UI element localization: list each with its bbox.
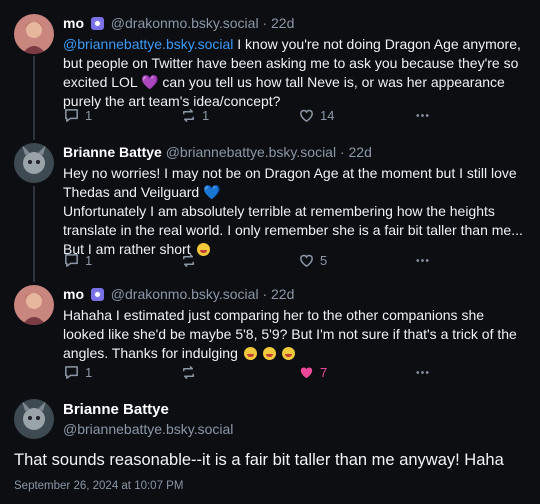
thread-line [33,186,35,282]
avatar-brianne[interactable] [14,399,54,439]
avatar-mo[interactable] [14,285,54,325]
post-actions: 1 7 [63,364,443,382]
like-button[interactable]: 7 [298,364,327,381]
post-timestamp: September 26, 2024 at 10:07 PM [14,480,184,492]
author-name[interactable]: mo [63,286,84,302]
blue-heart-emoji: 💙 [203,184,221,200]
verified-badge-icon [90,288,104,301]
ellipsis-icon [416,114,429,117]
more-options-button[interactable] [414,364,431,381]
like-button[interactable]: 5 [298,252,327,269]
smiling-emoji-icon [281,347,295,360]
author-handle[interactable]: @drakonmo.bsky.social [111,286,259,302]
post-2[interactable]: Brianne Battye @briannebattye.bsky.socia… [63,143,528,259]
post-actions: 1 1 14 [63,107,443,125]
purple-heart-emoji: 💜 [141,74,159,90]
post-header: Brianne Battye @briannebattye.bsky.socia… [63,143,528,161]
thread-line [33,56,35,140]
post-time[interactable]: · 22d [262,286,294,302]
post-header: mo @drakonmo.bsky.social · 22d [63,285,528,303]
more-options-button[interactable] [414,252,431,269]
reply-icon [65,366,78,379]
post-text: @briannebattye.bsky.social I know you're… [63,36,521,109]
post-time[interactable]: · 22d [340,144,372,160]
main-post-header: Brianne Battye @briannebattye.bsky.socia… [63,401,528,437]
reply-button[interactable]: 1 [63,107,92,124]
heart-filled-icon [300,367,313,379]
post-3[interactable]: mo @drakonmo.bsky.social · 22d Hahaha I … [63,285,528,363]
smiling-emoji-icon [243,347,257,360]
repost-button[interactable] [180,252,202,269]
more-options-button[interactable] [414,107,431,124]
avatar-mo[interactable] [14,14,54,54]
repost-button[interactable]: 1 [180,107,209,124]
heart-icon [300,254,313,268]
post-header: mo @drakonmo.bsky.social · 22d [63,14,528,32]
avatar-brianne[interactable] [14,143,54,183]
author-name[interactable]: Brianne Battye [63,144,162,160]
author-handle[interactable]: @briannebattye.bsky.social [166,144,336,160]
repost-icon [183,254,194,267]
smiling-emoji-icon [262,347,276,360]
post-time[interactable]: · 22d [262,15,294,31]
like-button[interactable]: 14 [298,107,334,124]
main-post-text: That sounds reasonable--it is a fair bit… [14,451,504,469]
reply-button[interactable]: 1 [63,364,92,381]
repost-button[interactable] [180,364,202,381]
author-name[interactable]: Brianne Battye [63,401,528,418]
verified-badge-icon [90,17,104,30]
post-1[interactable]: mo @drakonmo.bsky.social · 22d @brianneb… [63,14,528,111]
author-handle[interactable]: @drakonmo.bsky.social [111,15,259,31]
post-text: Hey no worries! I may not be on Dragon A… [63,165,523,257]
reply-icon [65,254,78,267]
mention-link[interactable]: @briannebattye.bsky.social [63,36,233,52]
heart-icon [300,109,313,123]
post-actions: 1 5 [63,252,443,270]
reply-button[interactable]: 1 [63,252,92,269]
reply-icon [65,109,78,122]
repost-icon [183,366,194,379]
ellipsis-icon [416,371,429,374]
repost-icon [183,109,194,122]
author-handle[interactable]: @briannebattye.bsky.social [63,421,528,437]
post-text: Hahaha I estimated just comparing her to… [63,307,517,361]
author-name[interactable]: mo [63,15,84,31]
ellipsis-icon [416,259,429,262]
